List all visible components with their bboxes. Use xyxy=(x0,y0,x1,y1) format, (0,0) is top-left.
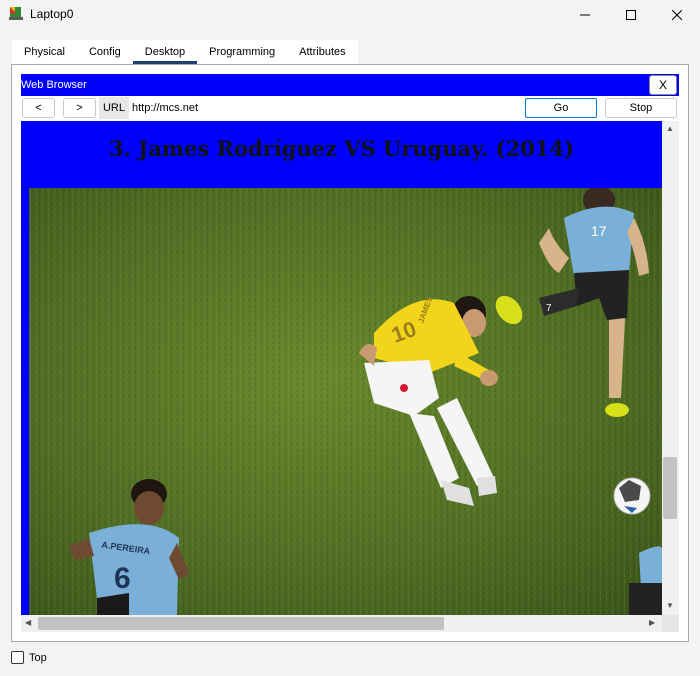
window-title: Laptop0 xyxy=(30,7,74,21)
page-heading: 3. James Rodríguez VS Uruguay. (2014) xyxy=(109,136,574,161)
web-browser-title: Web Browser xyxy=(21,79,87,91)
vertical-scroll-thumb[interactable] xyxy=(663,457,677,519)
tab-desktop[interactable]: Desktop xyxy=(132,40,198,64)
close-button[interactable] xyxy=(654,0,700,30)
vertical-scrollbar[interactable]: ▲ ▼ xyxy=(662,121,679,615)
browser-close-button[interactable]: X xyxy=(649,75,677,95)
go-button[interactable]: Go xyxy=(525,98,597,118)
url-label: URL xyxy=(99,97,129,119)
jersey-number: 7 xyxy=(546,303,552,314)
browser-nav-row: < > URL Go Stop xyxy=(21,97,679,121)
title-bar: Laptop0 xyxy=(0,0,700,30)
tab-label: Desktop xyxy=(144,46,186,58)
horizontal-scroll-thumb[interactable] xyxy=(38,617,444,630)
laptop-app-icon xyxy=(9,7,23,20)
maximize-icon xyxy=(626,10,636,20)
tab-label: Programming xyxy=(209,46,276,58)
tab-label: Attributes xyxy=(299,46,346,58)
jersey-number: 6 xyxy=(114,562,131,595)
tab-bar: Physical Config Desktop Programming Attr… xyxy=(12,40,358,64)
top-checkbox[interactable] xyxy=(11,651,24,664)
soccer-ball xyxy=(613,477,651,515)
tab-physical[interactable]: Physical xyxy=(12,40,77,64)
tab-programming[interactable]: Programming xyxy=(197,40,288,64)
browser-viewport[interactable]: 3. James Rodríguez VS Uruguay. (2014) 17… xyxy=(21,121,662,615)
tab-attributes[interactable]: Attributes xyxy=(287,40,358,64)
top-checkbox-label: Top xyxy=(29,652,47,664)
url-input[interactable] xyxy=(129,97,517,119)
tab-label: Config xyxy=(88,46,121,58)
stop-button[interactable]: Stop xyxy=(605,98,677,118)
tab-label: Physical xyxy=(24,46,65,58)
scroll-up-icon[interactable]: ▲ xyxy=(666,124,674,133)
horizontal-scrollbar[interactable]: ◀ ▶ xyxy=(21,615,662,632)
soccer-photo: 17 7 10 JAMES A.PEREIRA 6 xyxy=(29,188,662,615)
scroll-right-icon[interactable]: ▶ xyxy=(649,618,655,627)
forward-button[interactable]: > xyxy=(63,98,96,118)
web-browser-titlebar: Web Browser X xyxy=(21,74,679,96)
jersey-number: 17 xyxy=(591,223,607,239)
maximize-button[interactable] xyxy=(608,0,654,30)
scroll-down-icon[interactable]: ▼ xyxy=(666,601,674,610)
scroll-left-icon[interactable]: ◀ xyxy=(25,618,31,627)
tab-config[interactable]: Config xyxy=(76,40,133,64)
scrollbar-corner xyxy=(662,615,679,632)
minimize-icon xyxy=(580,14,590,16)
minimize-button[interactable] xyxy=(562,0,608,30)
back-button[interactable]: < xyxy=(22,98,55,118)
close-icon xyxy=(672,10,682,20)
